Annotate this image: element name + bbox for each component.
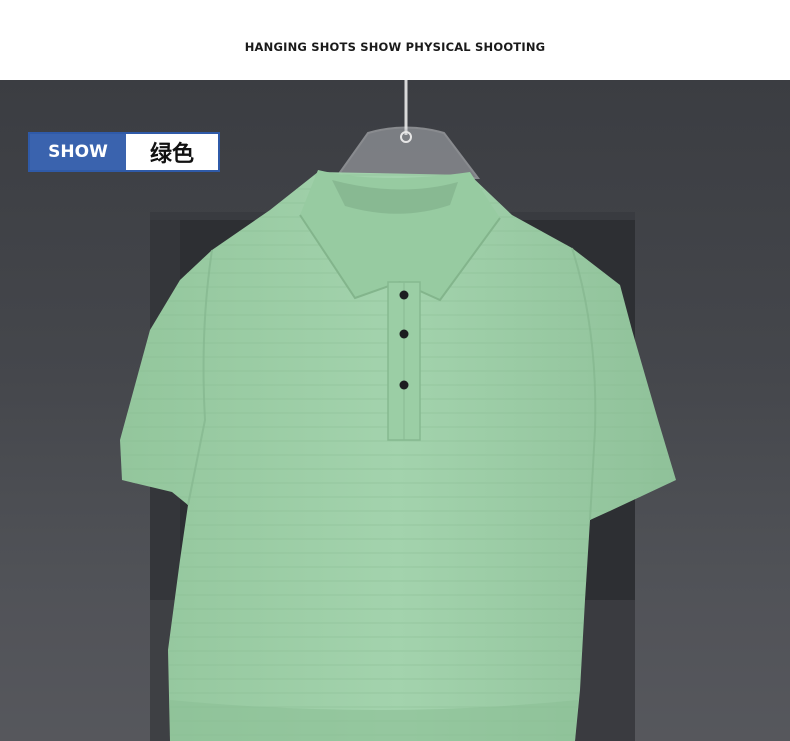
product-detail-page: HANGING SHOTS SHOW PHYSICAL SHOOTING SHO… xyxy=(0,0,790,741)
section-title: HANGING SHOTS SHOW PHYSICAL SHOOTING xyxy=(244,40,546,54)
color-name: 绿色 xyxy=(150,142,195,167)
clothes-hanger-icon xyxy=(334,80,481,179)
color-badge: SHOW 绿色 xyxy=(28,132,220,172)
show-label: SHOW xyxy=(30,134,126,170)
shirt-button xyxy=(399,380,409,390)
product-photo xyxy=(0,80,790,741)
shirt-button xyxy=(399,329,409,339)
shirt-button xyxy=(399,290,409,300)
section-header: HANGING SHOTS SHOW PHYSICAL SHOOTING xyxy=(0,0,790,80)
